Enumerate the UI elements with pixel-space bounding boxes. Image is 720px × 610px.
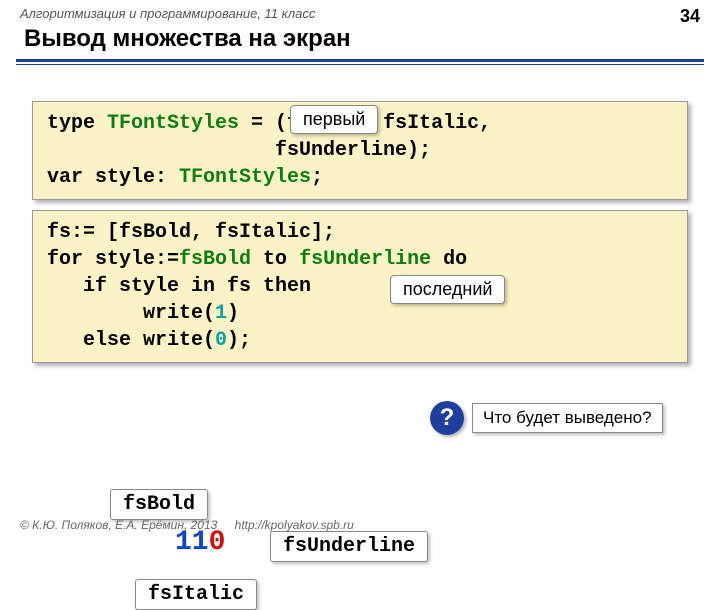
title-rule-thin	[16, 64, 704, 65]
code-text: write(	[47, 302, 215, 325]
code-text: fs:= [fsBold, fsItalic];	[47, 221, 335, 244]
page-title: Вывод множества на экран	[0, 23, 720, 59]
code-text: to	[251, 248, 299, 271]
content-area: первый type TFontStyles = (fsBold, fsIta…	[0, 101, 720, 363]
code-typename: TFontStyles	[107, 112, 239, 135]
header-subject: Алгоритмизация и программирование, 11 кл…	[0, 0, 720, 23]
code-typename: TFontStyles	[179, 166, 311, 189]
code-text: for style:=	[47, 248, 179, 271]
code-text: var style:	[47, 166, 179, 189]
label-fsunderline: fsUnderline	[270, 531, 428, 562]
code-ident: fsUnderline	[299, 248, 431, 271]
code-text: do	[431, 248, 467, 271]
label-fsitalic: fsItalic	[135, 579, 257, 610]
code-text: else write(	[47, 329, 215, 352]
footer-authors: © К.Ю. Поляков, Е.А. Ерёмин, 2013	[20, 518, 217, 532]
code-text: );	[227, 329, 251, 352]
code-number: 1	[215, 302, 227, 325]
code-number: 0	[215, 329, 227, 352]
code-text: )	[227, 302, 239, 325]
question-text: Что будет выведено?	[472, 403, 663, 433]
code-ident: fsBold	[179, 248, 251, 271]
question-mark-icon: ?	[430, 401, 464, 435]
callout-last: последний	[390, 275, 505, 304]
code-block-loop: fs:= [fsBold, fsItalic]; for style:=fsBo…	[32, 210, 688, 363]
label-fsbold: fsBold	[110, 489, 208, 520]
code-text: fsUnderline);	[47, 139, 431, 162]
question-callout: ? Что будет выведено?	[430, 401, 663, 435]
code-text: ;	[311, 166, 323, 189]
callout-first: первый	[290, 105, 378, 134]
page-number: 34	[680, 6, 700, 27]
footer: © К.Ю. Поляков, Е.А. Ерёмин, 2013 http:/…	[20, 518, 354, 532]
title-rule-thick	[16, 59, 704, 62]
footer-url: http://kpolyakov.spb.ru	[235, 518, 354, 532]
code-text: type	[47, 112, 107, 135]
code-text: if style in fs then	[47, 275, 311, 298]
